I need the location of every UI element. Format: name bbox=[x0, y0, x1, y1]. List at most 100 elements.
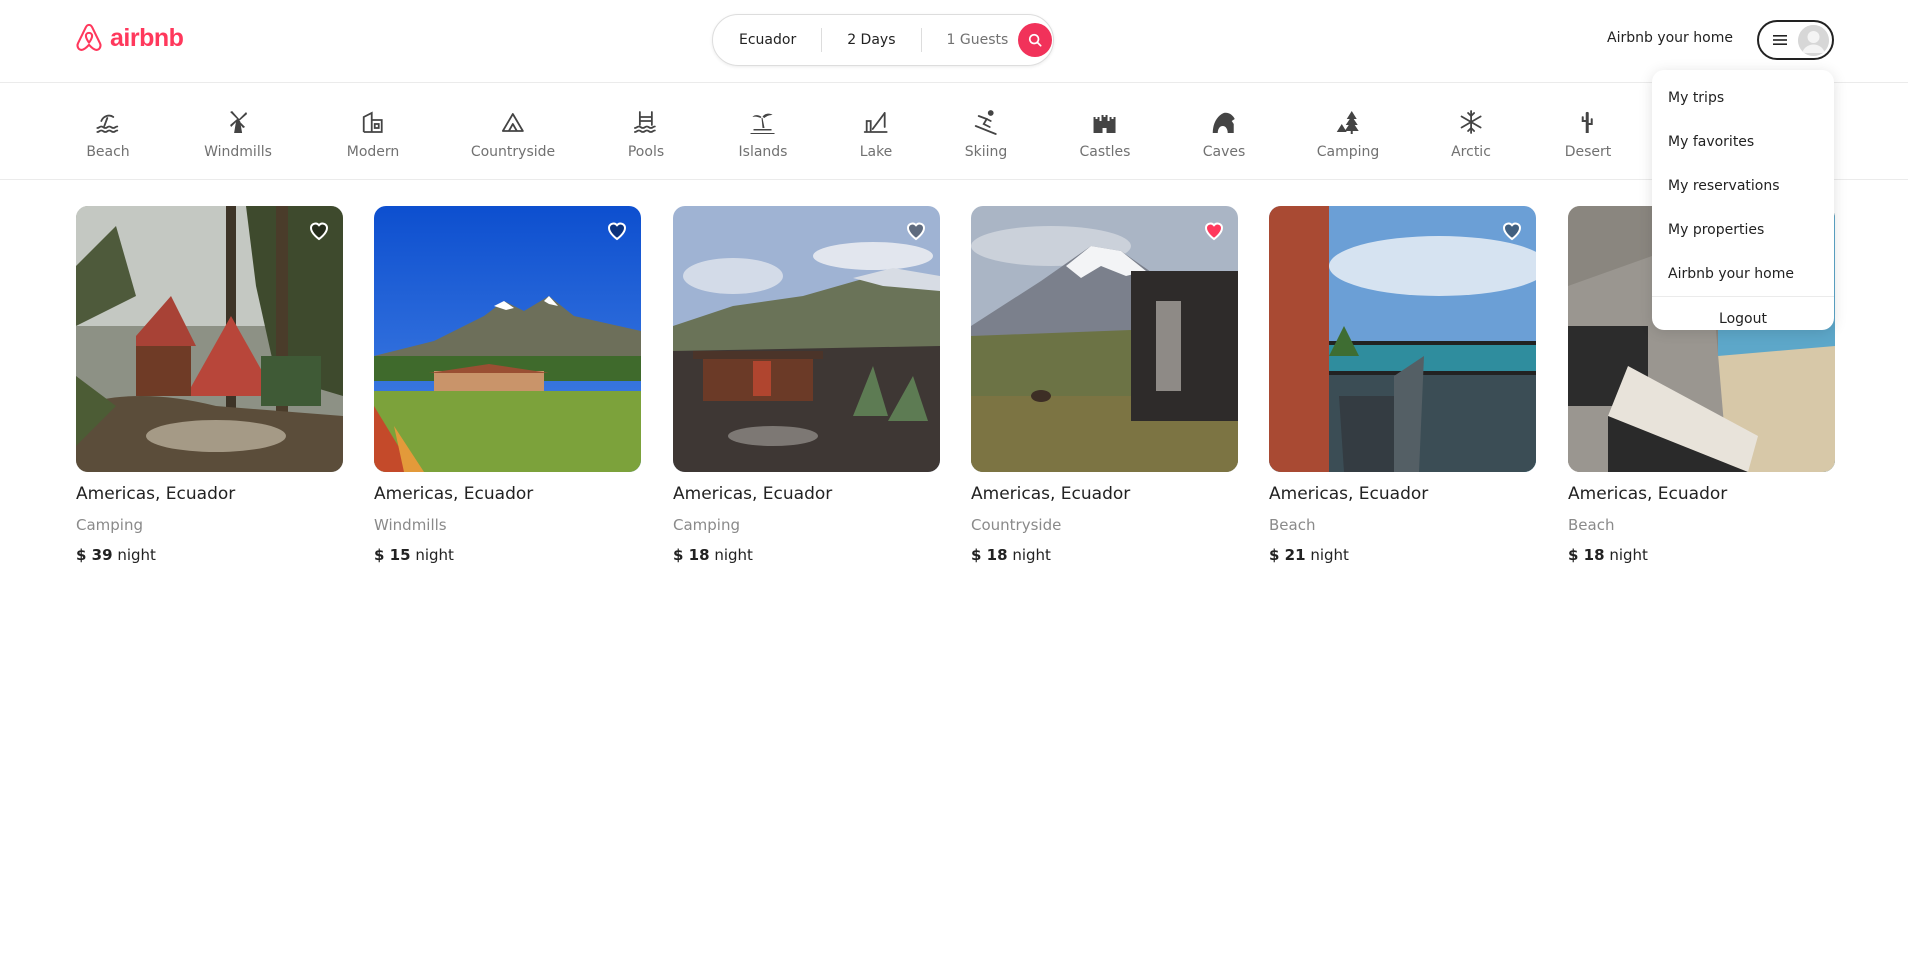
listing-category: Beach bbox=[1568, 516, 1615, 534]
listing-category: Camping bbox=[673, 516, 740, 534]
favorite-heart-icon[interactable] bbox=[1202, 218, 1226, 242]
category-islands[interactable]: Islands bbox=[738, 108, 788, 160]
category-label: Castles bbox=[1079, 144, 1131, 160]
category-label: Windmills bbox=[204, 144, 272, 160]
arctic-icon bbox=[1457, 108, 1485, 136]
category-countryside[interactable]: Countryside bbox=[471, 108, 555, 160]
search-bar[interactable]: Ecuador 2 Days 1 Guests bbox=[712, 14, 1054, 66]
category-label: Beach bbox=[86, 144, 130, 160]
listing-location: Americas, Ecuador bbox=[673, 484, 833, 504]
listing-photo[interactable] bbox=[76, 206, 343, 472]
listing-price: $ 18 night bbox=[971, 546, 1238, 564]
listing-card[interactable]: Americas, Ecuador Camping $ 18 night bbox=[673, 206, 940, 564]
category-label: Desert bbox=[1564, 144, 1612, 160]
cabin-forest-photo bbox=[76, 206, 343, 472]
category-skiing[interactable]: Skiing bbox=[964, 108, 1008, 160]
menu-item-my-properties[interactable]: My properties bbox=[1652, 208, 1834, 252]
category-label: Pools bbox=[627, 144, 665, 160]
castle-icon bbox=[1091, 108, 1119, 136]
listing-price: $ 39 night bbox=[76, 546, 343, 564]
skiing-icon bbox=[972, 108, 1000, 136]
price-unit: night bbox=[415, 546, 454, 564]
menu-item-logout[interactable]: Logout bbox=[1652, 297, 1834, 341]
category-label: Camping bbox=[1316, 144, 1380, 160]
menu-item-airbnb-your-home[interactable]: Airbnb your home bbox=[1652, 252, 1834, 296]
search-button[interactable] bbox=[1018, 23, 1053, 57]
favorite-heart-icon[interactable] bbox=[904, 218, 928, 242]
listing-price: $ 15 night bbox=[374, 546, 641, 564]
airbnb-your-home-link[interactable]: Airbnb your home bbox=[1607, 30, 1733, 46]
menu-item-my-favorites[interactable]: My favorites bbox=[1652, 120, 1834, 164]
logo-text: airbnb bbox=[110, 23, 184, 52]
airbnb-logo[interactable]: airbnb bbox=[74, 22, 184, 54]
beach-icon bbox=[94, 108, 122, 136]
category-desert[interactable]: Desert bbox=[1564, 108, 1612, 160]
listing-card[interactable]: Americas, Ecuador Windmills $ 15 night bbox=[374, 206, 641, 564]
modern-icon bbox=[359, 108, 387, 136]
category-label: Arctic bbox=[1451, 144, 1491, 160]
listing-category: Windmills bbox=[374, 516, 447, 534]
top-header: airbnb Ecuador 2 Days 1 Guests Airbnb yo… bbox=[0, 0, 1908, 83]
category-windmills[interactable]: Windmills bbox=[204, 108, 272, 160]
menu-item-my-trips[interactable]: My trips bbox=[1652, 76, 1834, 120]
favorite-heart-icon[interactable] bbox=[1500, 218, 1524, 242]
listing-location: Americas, Ecuador bbox=[1568, 484, 1728, 504]
price-unit: night bbox=[117, 546, 156, 564]
windmill-icon bbox=[224, 108, 252, 136]
listing-photo[interactable] bbox=[971, 206, 1238, 472]
search-location[interactable]: Ecuador bbox=[713, 32, 821, 48]
search-guests[interactable]: 1 Guests bbox=[922, 32, 1019, 48]
category-lake[interactable]: Lake bbox=[859, 108, 893, 160]
category-label: Skiing bbox=[964, 144, 1008, 160]
category-label: Caves bbox=[1202, 144, 1246, 160]
favorite-heart-icon[interactable] bbox=[605, 218, 629, 242]
listing-location: Americas, Ecuador bbox=[1269, 484, 1429, 504]
airbnb-logo-icon bbox=[76, 23, 102, 51]
cave-icon bbox=[1210, 108, 1238, 136]
listing-category: Camping bbox=[76, 516, 143, 534]
listing-card[interactable]: Americas, Ecuador Countryside $ 18 night bbox=[971, 206, 1238, 564]
favorite-heart-icon[interactable] bbox=[307, 218, 331, 242]
search-icon bbox=[1029, 33, 1042, 47]
category-caves[interactable]: Caves bbox=[1202, 108, 1246, 160]
listing-card[interactable]: Americas, Ecuador Camping $ 39 night bbox=[76, 206, 343, 564]
menu-item-my-reservations[interactable]: My reservations bbox=[1652, 164, 1834, 208]
price-amount: $ 15 bbox=[374, 546, 411, 564]
category-bar: Beach Windmills Modern Countryside Pools… bbox=[0, 84, 1908, 180]
island-icon bbox=[749, 108, 777, 136]
category-label: Islands bbox=[738, 144, 788, 160]
listing-photo[interactable] bbox=[374, 206, 641, 472]
price-unit: night bbox=[1310, 546, 1349, 564]
listing-price: $ 21 night bbox=[1269, 546, 1536, 564]
price-amount: $ 18 bbox=[971, 546, 1008, 564]
category-beach[interactable]: Beach bbox=[86, 108, 130, 160]
listing-photo[interactable] bbox=[673, 206, 940, 472]
user-menu-button[interactable] bbox=[1757, 20, 1834, 60]
category-castles[interactable]: Castles bbox=[1079, 108, 1131, 160]
category-arctic[interactable]: Arctic bbox=[1451, 108, 1491, 160]
price-unit: night bbox=[1609, 546, 1648, 564]
category-modern[interactable]: Modern bbox=[346, 108, 400, 160]
lake-icon bbox=[862, 108, 890, 136]
price-unit: night bbox=[1012, 546, 1051, 564]
price-amount: $ 21 bbox=[1269, 546, 1306, 564]
farmhouse-mountains-photo bbox=[374, 206, 641, 472]
category-pools[interactable]: Pools bbox=[628, 108, 664, 160]
listing-location: Americas, Ecuador bbox=[374, 484, 534, 504]
cabin-valley-photo bbox=[673, 206, 940, 472]
category-camping[interactable]: Camping bbox=[1316, 108, 1380, 160]
listing-card[interactable]: Americas, Ecuador Beach $ 21 night bbox=[1269, 206, 1536, 564]
listing-photo[interactable] bbox=[1269, 206, 1536, 472]
listing-price: $ 18 night bbox=[673, 546, 940, 564]
balcony-sea-photo bbox=[1269, 206, 1536, 472]
search-duration[interactable]: 2 Days bbox=[822, 32, 920, 48]
desert-icon bbox=[1574, 108, 1602, 136]
category-label: Modern bbox=[346, 144, 400, 160]
listing-price: $ 18 night bbox=[1568, 546, 1835, 564]
camping-icon bbox=[1334, 108, 1362, 136]
tiny-house-volcano-photo bbox=[971, 206, 1238, 472]
menu-icon bbox=[1773, 35, 1787, 45]
avatar bbox=[1798, 24, 1829, 56]
category-label: Countryside bbox=[470, 144, 556, 160]
category-label: Lake bbox=[859, 144, 893, 160]
